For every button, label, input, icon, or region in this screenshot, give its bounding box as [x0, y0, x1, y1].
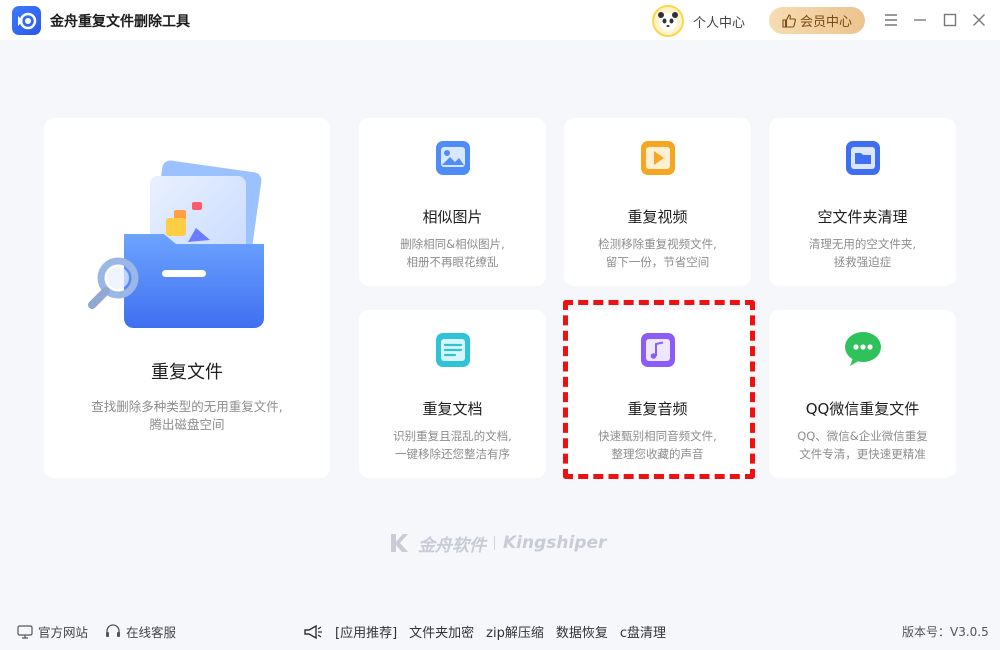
- qq-wechat-title: QQ微信重复文件: [805, 400, 920, 418]
- vip-center-button[interactable]: 会员中心: [769, 7, 865, 34]
- folder-illustration-icon: [88, 160, 264, 328]
- document-icon: [430, 328, 476, 374]
- qq-wechat-card[interactable]: QQ微信重复文件 QQ、微信&企业微信重复 文件专清，更快速更精准: [769, 310, 956, 478]
- promo-label: [应用推荐]: [335, 626, 398, 641]
- promo-folder-encrypt-link[interactable]: 文件夹加密: [409, 622, 474, 641]
- user-center-link[interactable]: 个人中心: [693, 12, 745, 31]
- watermark-en: Kingshiper: [503, 533, 607, 553]
- qq-wechat-desc-2: 文件专清，更快速更精准: [799, 447, 926, 461]
- avatar[interactable]: [652, 5, 684, 37]
- empty-folder-card[interactable]: 空文件夹清理 清理无用的空文件夹, 拯救强迫症: [769, 118, 956, 286]
- title-bar: 金舟重复文件删除工具 个人中心 会员中心: [0, 0, 1000, 40]
- duplicate-documents-title: 重复文档: [422, 400, 483, 418]
- image-icon: [430, 136, 476, 182]
- promo-c-drive-clean-link[interactable]: c盘清理: [620, 622, 666, 641]
- duplicate-documents-card[interactable]: 重复文档 识别重复且混乱的文档, 一键移除还您整洁有序: [359, 310, 546, 478]
- official-website-label: 官方网站: [38, 625, 89, 640]
- watermark-cn: 金舟软件: [418, 535, 486, 556]
- vip-center-label: 会员中心: [799, 15, 852, 30]
- folder-icon: [840, 136, 886, 182]
- wechat-icon: [840, 326, 886, 372]
- highlight-box: [563, 300, 755, 479]
- app-title: 金舟重复文件删除工具: [50, 14, 190, 30]
- app-recommendations: [应用推荐] 文件夹加密 zip解压缩 数据恢复 c盘清理: [303, 622, 666, 641]
- similar-images-title: 相似图片: [422, 208, 483, 226]
- similar-images-desc-2: 相册不再眼花缭乱: [406, 255, 499, 269]
- minimize-icon[interactable]: [909, 9, 931, 31]
- empty-folder-title: 空文件夹清理: [817, 208, 908, 226]
- online-support-link[interactable]: 在线客服: [105, 622, 176, 641]
- thumbs-up-icon: [782, 13, 796, 28]
- video-icon: [635, 136, 681, 182]
- official-website-link[interactable]: 官方网站: [17, 622, 88, 641]
- duplicate-videos-desc-2: 留下一份，节省空间: [605, 255, 710, 269]
- empty-folder-desc-2: 拯救强迫症: [833, 255, 892, 269]
- app-logo-icon: [12, 6, 41, 35]
- duplicate-files-title: 重复文件: [151, 362, 223, 383]
- menu-icon[interactable]: [880, 9, 902, 31]
- duplicate-files-card[interactable]: 重复文件 查找删除多种类型的无用重复文件, 腾出磁盘空间: [44, 118, 330, 478]
- megaphone-icon: [304, 624, 322, 639]
- empty-folder-desc-1: 清理无用的空文件夹,: [808, 237, 917, 251]
- duplicate-videos-card[interactable]: 重复视频 检测移除重复视频文件, 留下一份，节省空间: [564, 118, 751, 286]
- watermark-separator: [494, 536, 495, 550]
- promo-zip-link[interactable]: zip解压缩: [486, 622, 544, 641]
- duplicate-videos-desc-1: 检测移除重复视频文件,: [598, 237, 717, 251]
- similar-images-card[interactable]: 相似图片 删除相同&相似图片, 相册不再眼花缭乱: [359, 118, 546, 286]
- monitor-icon: [17, 624, 33, 639]
- headset-icon: [106, 624, 120, 637]
- brand-watermark: 金舟软件 Kingshiper: [388, 530, 618, 556]
- duplicate-documents-desc-1: 识别重复且混乱的文档,: [393, 429, 512, 443]
- kingshiper-logo-icon: [391, 534, 408, 552]
- similar-images-desc-1: 删除相同&相似图片,: [400, 237, 505, 251]
- duplicate-files-desc-2: 腾出磁盘空间: [149, 417, 225, 432]
- duplicate-videos-title: 重复视频: [627, 208, 688, 226]
- close-icon[interactable]: [968, 9, 990, 31]
- duplicate-documents-desc-2: 一键移除还您整洁有序: [395, 447, 510, 461]
- version-label: 版本号：V3.0.5: [902, 625, 989, 639]
- maximize-icon[interactable]: [939, 9, 961, 31]
- duplicate-files-desc-1: 查找删除多种类型的无用重复文件,: [91, 399, 283, 414]
- online-support-label: 在线客服: [126, 625, 177, 640]
- promo-data-recovery-link[interactable]: 数据恢复: [556, 622, 608, 641]
- qq-wechat-desc-1: QQ、微信&企业微信重复: [797, 429, 928, 443]
